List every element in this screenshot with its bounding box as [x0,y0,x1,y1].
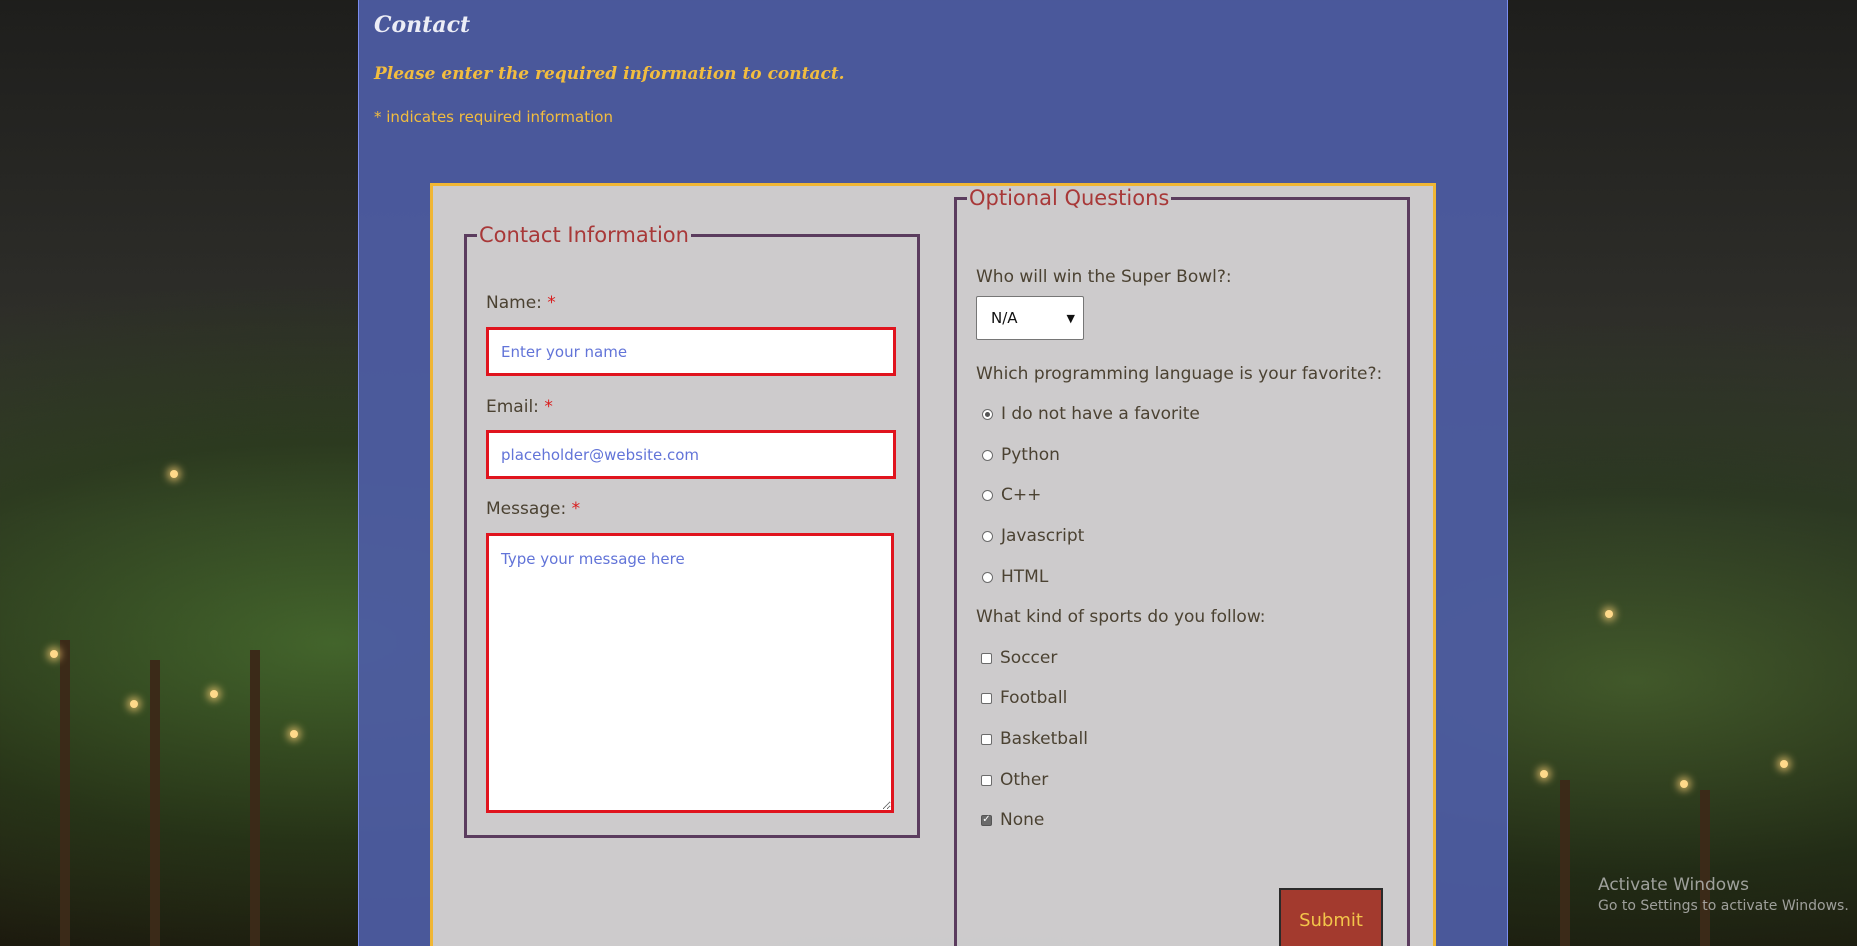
checkbox[interactable] [981,692,992,704]
checkbox[interactable]: ✓ [981,814,992,826]
street-light [1780,760,1788,768]
checkbox-option-other[interactable]: Other [981,770,1048,790]
message-label-text: Message: [486,499,567,519]
checkbox[interactable] [981,733,992,745]
checkbox-option-football[interactable]: Football [981,688,1067,708]
checkbox-label: None [1000,810,1045,830]
street-light [1680,780,1688,788]
checkmark-icon: ✓ [982,814,991,825]
contact-information-fieldset: Contact Information Name: * Email: * Mes… [464,223,920,838]
radio-label: I do not have a favorite [1001,404,1200,424]
radio-option-python[interactable]: Python [982,445,1060,465]
message-textarea[interactable] [486,533,894,813]
checkbox-label: Football [1000,688,1068,708]
submit-button[interactable]: Submit [1279,888,1383,946]
checkbox-option-basketball[interactable]: Basketball [981,729,1088,749]
sports-question: What kind of sports do you follow: [976,607,1266,627]
page-title: Contact [374,12,471,38]
radio-button[interactable] [982,489,993,501]
radio-option-none[interactable]: I do not have a favorite [982,404,1200,424]
radio-button[interactable] [982,449,993,461]
tree-trunk [150,660,160,946]
email-input[interactable] [486,430,896,479]
contact-form: Contact Information Name: * Email: * Mes… [430,183,1436,946]
checkbox-label: Soccer [1000,648,1058,668]
activate-windows-watermark: Activate Windows Go to Settings to activ… [1598,875,1849,914]
radio-label: C++ [1001,485,1042,505]
superbowl-selected-value: N/A [991,309,1018,327]
street-light [1540,770,1548,778]
content-panel: Contact Please enter the required inform… [358,0,1508,946]
activate-windows-title: Activate Windows [1598,875,1749,895]
language-question: Which programming language is your favor… [976,364,1383,384]
required-marker: * [544,397,553,417]
chevron-down-icon: ▼ [1066,311,1075,325]
radio-button[interactable] [982,571,993,583]
checkbox-option-soccer[interactable]: Soccer [981,648,1057,668]
tree-trunk [250,650,260,946]
superbowl-select[interactable]: N/A ▼ [976,296,1084,340]
message-label: Message: * [486,499,580,519]
street-light [170,470,178,478]
checkbox-label: Other [1000,770,1049,790]
checkbox[interactable] [981,652,992,664]
street-light [130,700,138,708]
optional-questions-fieldset: Optional Questions Who will win the Supe… [954,186,1410,946]
tree-trunk [1700,790,1710,946]
street-light [290,730,298,738]
radio-option-cpp[interactable]: C++ [982,485,1041,505]
radio-label: HTML [1001,567,1049,587]
name-label: Name: * [486,293,556,313]
checkbox-option-none[interactable]: ✓ None [981,810,1044,830]
required-marker: * [571,499,581,519]
email-label: Email: * [486,397,553,417]
required-note: * indicates required information [374,108,613,126]
checkbox[interactable] [981,774,992,786]
checkbox-label: Basketball [1000,729,1088,749]
activate-windows-subtitle: Go to Settings to activate Windows. [1598,898,1849,914]
radio-label: Javascript [1001,526,1085,546]
optional-questions-legend: Optional Questions [969,186,1170,210]
tree-trunk [60,640,70,946]
street-light [1605,610,1613,618]
page-subtitle: Please enter the required information to… [374,64,845,84]
radio-option-javascript[interactable]: Javascript [982,526,1084,546]
required-marker: * [547,293,556,313]
tree-trunk [1560,780,1570,946]
street-light [210,690,218,698]
superbowl-question: Who will win the Super Bowl?: [976,267,1232,287]
radio-button[interactable] [982,530,993,542]
radio-label: Python [1001,445,1060,465]
name-input[interactable] [486,327,896,376]
radio-button[interactable] [982,408,993,420]
contact-information-legend: Contact Information [479,223,689,247]
street-light [50,650,58,658]
name-label-text: Name: [486,293,542,313]
radio-option-html[interactable]: HTML [982,567,1048,587]
email-label-text: Email: [486,397,539,417]
